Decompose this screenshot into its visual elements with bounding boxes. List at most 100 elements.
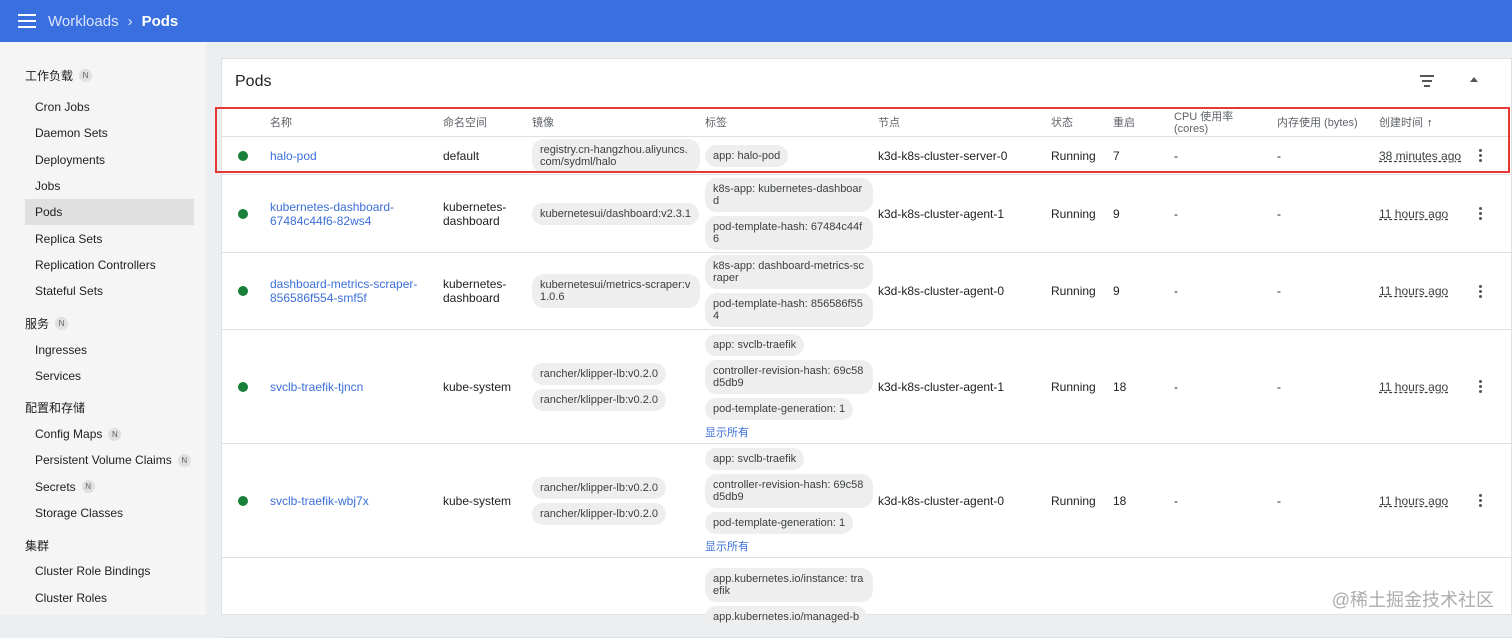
- sidebar-item-label: Ingresses: [35, 343, 87, 357]
- sidebar-item-replication-controllers[interactable]: Replication Controllers: [25, 252, 194, 278]
- actions-cell: [1479, 444, 1489, 557]
- sidebar-item-replica-sets[interactable]: Replica Sets: [25, 225, 194, 251]
- namespace-badge: N: [82, 480, 95, 493]
- labels-cell: app: svclb-traefikcontroller-revision-ha…: [705, 444, 873, 557]
- sidebar-item-storage-classes[interactable]: Storage Classes: [25, 500, 194, 526]
- node-cell: k3d-k8s-cluster-agent-1: [878, 330, 1048, 443]
- col-images-label: 镜像: [532, 117, 554, 129]
- created-time[interactable]: 38 minutes ago: [1379, 149, 1461, 163]
- sidebar-item-config-maps[interactable]: Config MapsN: [25, 421, 194, 447]
- sidebar-item-label: Cron Jobs: [35, 100, 90, 114]
- sidebar-group-label: 集群: [25, 537, 49, 554]
- more-vert-icon[interactable]: [1479, 207, 1483, 220]
- more-vert-icon[interactable]: [1479, 149, 1483, 162]
- created-time[interactable]: 11 hours ago: [1379, 284, 1448, 298]
- name-cell: dashboard-metrics-scraper-856586f554-smf…: [270, 253, 435, 329]
- labels-cell: k8s-app: kubernetes-dashboardpod-templat…: [705, 175, 873, 252]
- label-chip: app: halo-pod: [705, 145, 788, 167]
- pod-name-link[interactable]: kubernetes-dashboard-67484c44f6-82ws4: [270, 200, 435, 228]
- sidebar-item-label: Secrets: [35, 480, 76, 494]
- sidebar-item-cluster-role-bindings[interactable]: Cluster Role Bindings: [25, 558, 194, 584]
- label-chip: app.kubernetes.io/managed-b: [705, 606, 867, 628]
- sidebar-item-ingresses[interactable]: Ingresses: [25, 336, 194, 362]
- images-cell: rancher/klipper-lb:v0.2.0rancher/klipper…: [532, 444, 700, 557]
- show-all-link[interactable]: 显示所有: [705, 424, 749, 440]
- created-time[interactable]: 11 hours ago: [1379, 380, 1448, 394]
- restarts-text: 18: [1113, 494, 1126, 508]
- pod-name-link[interactable]: svclb-traefik-wbj7x: [270, 494, 369, 508]
- collapse-icon[interactable]: [1470, 77, 1478, 82]
- cpu-cell: -: [1174, 330, 1264, 443]
- more-vert-icon[interactable]: [1479, 494, 1483, 507]
- breadcrumb-workloads[interactable]: Workloads: [48, 13, 119, 30]
- status-text: Running: [1051, 284, 1096, 298]
- node-text: k3d-k8s-cluster-agent-1: [878, 207, 1004, 221]
- hamburger-menu-icon[interactable]: [18, 14, 36, 28]
- pods-card: Pods 名称命名空间镜像标签节点状态重启CPU 使用率 (cores)内存使用…: [221, 58, 1512, 615]
- table-header: 名称命名空间镜像标签节点状态重启CPU 使用率 (cores)内存使用 (byt…: [222, 109, 1512, 137]
- sort-arrow-icon[interactable]: ↑: [1427, 117, 1433, 129]
- sidebar-item-deployments[interactable]: Deployments: [25, 147, 194, 173]
- memory-text: -: [1277, 284, 1281, 298]
- sidebar-item-cron-jobs[interactable]: Cron Jobs: [25, 94, 194, 120]
- status-text-cell: Running: [1051, 444, 1111, 557]
- namespace-badge: N: [79, 69, 92, 82]
- col-node-label: 节点: [878, 117, 900, 129]
- actions-cell: [1479, 175, 1489, 252]
- created-cell: 11 hours ago: [1379, 444, 1474, 557]
- sidebar-item-services[interactable]: Services: [25, 363, 194, 389]
- sidebar-item-pods[interactable]: Pods: [25, 199, 194, 225]
- namespace-text: default: [443, 149, 479, 163]
- actions-cell: [1479, 137, 1489, 174]
- pod-name-link[interactable]: svclb-traefik-tjncn: [270, 380, 363, 394]
- sidebar-item-label: Cluster Role Bindings: [35, 564, 150, 578]
- restarts-cell: 18: [1113, 330, 1168, 443]
- col-memory-label: 内存使用 (bytes): [1277, 117, 1358, 129]
- pod-name-link[interactable]: halo-pod: [270, 149, 317, 163]
- label-chip: app.kubernetes.io/instance: traefik: [705, 568, 873, 602]
- watermark: @稀土掘金技术社区: [1332, 586, 1494, 612]
- memory-cell: -: [1277, 253, 1367, 329]
- col-images-header: 镜像: [532, 109, 554, 137]
- sidebar-group-label: 配置和存储: [25, 399, 85, 416]
- created-time[interactable]: 11 hours ago: [1379, 207, 1448, 221]
- pod-name-link[interactable]: dashboard-metrics-scraper-856586f554-smf…: [270, 277, 435, 305]
- sidebar-item-stateful-sets[interactable]: Stateful Sets: [25, 278, 194, 304]
- cpu-text: -: [1174, 380, 1178, 394]
- col-created-header[interactable]: 创建时间↑: [1379, 109, 1433, 137]
- memory-cell: -: [1277, 175, 1367, 252]
- more-vert-icon[interactable]: [1479, 380, 1483, 393]
- col-cpu-header: CPU 使用率 (cores): [1174, 109, 1246, 137]
- sidebar-item-persistent-volume-claims[interactable]: Persistent Volume ClaimsN: [25, 447, 194, 473]
- filter-icon[interactable]: [1420, 75, 1434, 87]
- status-ok-icon: [238, 382, 248, 392]
- status-cell: [238, 444, 252, 557]
- breadcrumb-pods: Pods: [142, 13, 179, 30]
- namespace-text: kubernetes-dashboard: [443, 277, 523, 305]
- more-vert-icon[interactable]: [1479, 285, 1483, 298]
- name-cell: svclb-traefik-tjncn: [270, 330, 435, 443]
- sidebar-item-secrets[interactable]: Secrets N: [25, 474, 194, 500]
- sidebar-group-label: 服务: [25, 315, 49, 332]
- restarts-text: 18: [1113, 380, 1126, 394]
- status-text-cell: Running: [1051, 137, 1111, 174]
- show-all-link[interactable]: 显示所有: [705, 538, 749, 554]
- status-cell: [238, 253, 252, 329]
- label-chip: pod-template-generation: 1: [705, 512, 853, 534]
- image-chip: kubernetesui/dashboard:v2.3.1: [532, 203, 699, 225]
- cpu-text: -: [1174, 149, 1178, 163]
- created-time[interactable]: 11 hours ago: [1379, 494, 1448, 508]
- name-cell: kubernetes-dashboard-67484c44f6-82ws4: [270, 175, 435, 252]
- namespace-badge: N: [55, 317, 68, 330]
- table-row: kubernetes-dashboard-67484c44f6-82ws4 kub…: [222, 175, 1512, 253]
- image-chip: rancher/klipper-lb:v0.2.0: [532, 477, 666, 499]
- restarts-cell: 9: [1113, 253, 1168, 329]
- node-cell: k3d-k8s-cluster-agent-0: [878, 444, 1048, 557]
- label-chip: controller-revision-hash: 69c58d5db9: [705, 360, 873, 394]
- status-ok-icon: [238, 286, 248, 296]
- memory-cell: -: [1277, 137, 1367, 174]
- sidebar-item-daemon-sets[interactable]: Daemon Sets: [25, 120, 194, 146]
- col-restarts-label: 重启: [1113, 117, 1135, 129]
- sidebar-item-cluster-roles[interactable]: Cluster Roles: [25, 584, 194, 610]
- sidebar-item-jobs[interactable]: Jobs: [25, 173, 194, 199]
